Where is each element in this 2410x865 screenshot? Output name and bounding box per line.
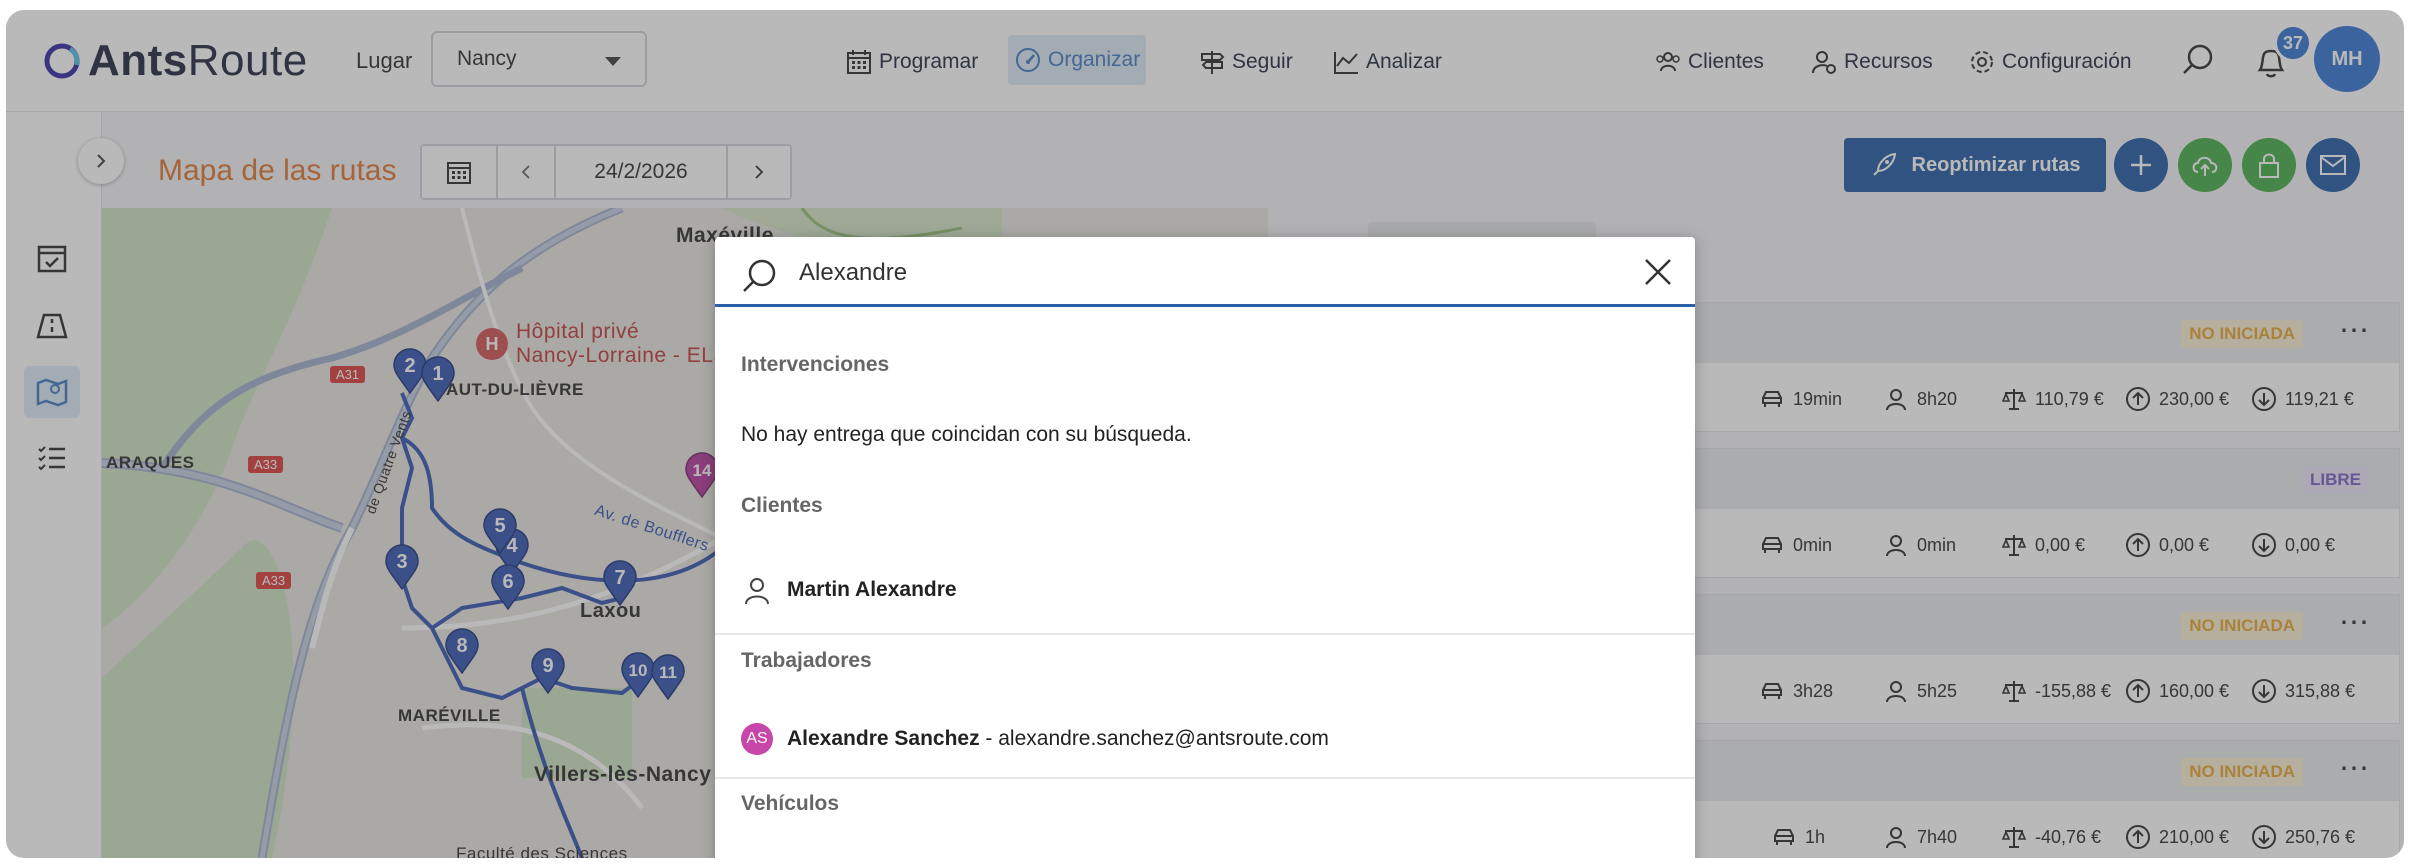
search-bar [715,237,1695,307]
worker-email: - alexandre.sanchez@antsroute.com [979,727,1329,750]
search-input[interactable] [799,255,1579,291]
worker-result-row[interactable]: AS Alexandre Sanchez - alexandre.sanchez… [715,704,1695,774]
person-icon [745,578,769,605]
divider [715,633,1695,635]
section-title-vehicles: Vehículos [741,792,840,815]
section-title-clients: Clientes [741,494,823,517]
worker-avatar: AS [741,723,773,755]
client-name: Martin Alexandre [787,578,957,601]
app-window: AntsRoute Lugar Nancy Programar Organiza… [6,10,2404,858]
no-results-message: No hay entrega que coincidan con su búsq… [741,423,1192,446]
worker-text: Alexandre Sanchez - alexandre.sanchez@an… [787,727,1329,751]
section-title-interventions: Intervenciones [741,353,890,376]
close-icon[interactable] [1641,255,1675,289]
section-title-workers: Trabajadores [741,649,872,672]
worker-name: Alexandre Sanchez [787,727,980,750]
search-icon [743,259,776,292]
divider [715,777,1695,779]
search-modal: Intervenciones No hay entrega que coinci… [715,237,1695,858]
client-result-row[interactable]: Martin Alexandre [715,555,1695,625]
